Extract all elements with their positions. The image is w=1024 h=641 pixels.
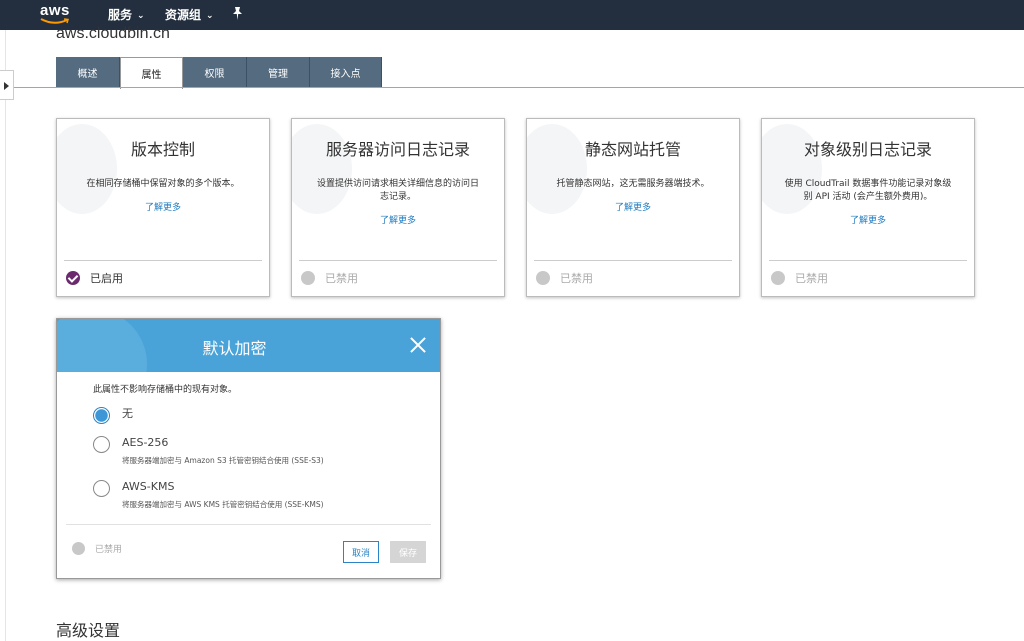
pin-icon[interactable]	[232, 7, 243, 23]
option-none[interactable]: 无	[93, 407, 133, 424]
check-circle-icon	[66, 271, 80, 285]
disabled-circle-icon	[72, 542, 85, 555]
tab-overview[interactable]: 概述	[56, 57, 120, 88]
card-divider	[64, 260, 262, 261]
option-description: 将服务器端加密与 Amazon S3 托管密钥结合使用 (SSE-S3)	[122, 456, 324, 465]
tab-properties[interactable]: 属性	[120, 57, 183, 89]
card-title: 对象级别日志记录	[803, 140, 932, 159]
tab-permissions[interactable]: 权限	[183, 57, 247, 88]
disabled-circle-icon	[536, 271, 550, 285]
static-website-hosting-card[interactable]: 静态网站托管 托管静态网站，这无需服务器端技术。 了解更多 已禁用	[526, 118, 740, 297]
option-aes-256[interactable]: AES-256 将服务器端加密与 Amazon S3 托管密钥结合使用 (SSE…	[93, 436, 324, 466]
server-access-logging-card[interactable]: 服务器访问日志记录 设置提供访问请求相关详细信息的访问日志记录。 了解更多 已禁…	[291, 118, 505, 297]
tab-bar: 概述 属性 权限 管理 接入点	[56, 57, 382, 89]
card-status: 已禁用	[771, 270, 828, 286]
learn-more-link[interactable]: 了解更多	[527, 200, 739, 213]
status-label: 已禁用	[95, 545, 123, 555]
encryption-note: 此属性不影响存储桶中的现有对象。	[93, 385, 238, 395]
radio-button[interactable]	[93, 436, 110, 453]
bucket-title: aws.cloudbin.cn	[56, 25, 170, 42]
card-status: 已启用	[66, 270, 123, 286]
card-divider	[534, 260, 732, 261]
encryption-panel-header: 默认加密	[57, 319, 440, 372]
option-label: 无	[122, 407, 133, 420]
card-status: 已禁用	[301, 270, 358, 286]
card-title: 服务器访问日志记录	[325, 140, 470, 159]
aws-smile-icon	[40, 18, 69, 24]
advanced-settings-heading: 高级设置	[56, 621, 121, 640]
card-title: 静态网站托管	[584, 140, 681, 159]
disabled-circle-icon	[771, 271, 785, 285]
card-divider	[769, 260, 967, 261]
status-label: 已启用	[90, 272, 123, 285]
option-label: AWS-KMS	[122, 480, 175, 493]
services-label: 服务	[108, 8, 133, 22]
card-status: 已禁用	[536, 270, 593, 286]
radio-button[interactable]	[93, 480, 110, 497]
save-button[interactable]: 保存	[390, 541, 426, 563]
aws-logo-text: aws	[40, 2, 70, 19]
encryption-panel-title: 默认加密	[202, 339, 267, 358]
option-aws-kms[interactable]: AWS-KMS 将服务器端加密与 AWS KMS 托管密钥结合使用 (SSE-K…	[93, 480, 324, 510]
encryption-status: 已禁用	[72, 542, 122, 555]
close-icon[interactable]	[410, 337, 426, 353]
object-level-logging-card[interactable]: 对象级别日志记录 使用 CloudTrail 数据事件功能记录对象级别 API …	[761, 118, 975, 297]
card-description: 设置提供访问请求相关详细信息的访问日志记录。	[316, 179, 479, 202]
sidebar-edge	[5, 30, 6, 641]
disabled-circle-icon	[301, 271, 315, 285]
default-encryption-panel: 默认加密 此属性不影响存储桶中的现有对象。 无 AES-256 将服务器端加密与…	[56, 318, 441, 579]
learn-more-link[interactable]: 了解更多	[292, 213, 504, 226]
tab-underline	[14, 87, 1024, 88]
learn-more-link[interactable]: 了解更多	[57, 200, 269, 213]
cancel-button[interactable]: 取消	[343, 541, 379, 563]
sidebar-toggle-icon[interactable]	[0, 70, 14, 100]
aws-logo[interactable]: aws	[40, 3, 74, 27]
option-description: 将服务器端加密与 AWS KMS 托管密钥结合使用 (SSE-KMS)	[122, 500, 324, 509]
option-label: AES-256	[122, 436, 169, 449]
versioning-card[interactable]: 版本控制 在相同存储桶中保留对象的多个版本。 了解更多 已启用	[56, 118, 270, 297]
card-description: 在相同存储桶中保留对象的多个版本。	[86, 179, 240, 189]
card-divider	[299, 260, 497, 261]
learn-more-link[interactable]: 了解更多	[762, 213, 974, 226]
status-label: 已禁用	[325, 272, 358, 285]
card-title: 版本控制	[130, 140, 195, 159]
resource-groups-menu[interactable]: 资源组 ⌄	[165, 7, 214, 24]
status-label: 已禁用	[795, 272, 828, 285]
card-description: 托管静态网站，这无需服务器端技术。	[556, 179, 710, 189]
status-label: 已禁用	[560, 272, 593, 285]
chevron-down-icon: ⌄	[206, 11, 214, 21]
tab-management[interactable]: 管理	[247, 57, 310, 88]
card-description: 使用 CloudTrail 数据事件功能记录对象级别 API 活动 (会产生额外…	[784, 179, 952, 202]
radio-button-selected[interactable]	[93, 407, 110, 424]
tab-access-points[interactable]: 接入点	[310, 57, 382, 88]
services-menu[interactable]: 服务 ⌄	[108, 7, 145, 24]
panel-divider	[66, 524, 431, 525]
chevron-down-icon: ⌄	[137, 11, 145, 21]
resource-groups-label: 资源组	[165, 8, 202, 22]
